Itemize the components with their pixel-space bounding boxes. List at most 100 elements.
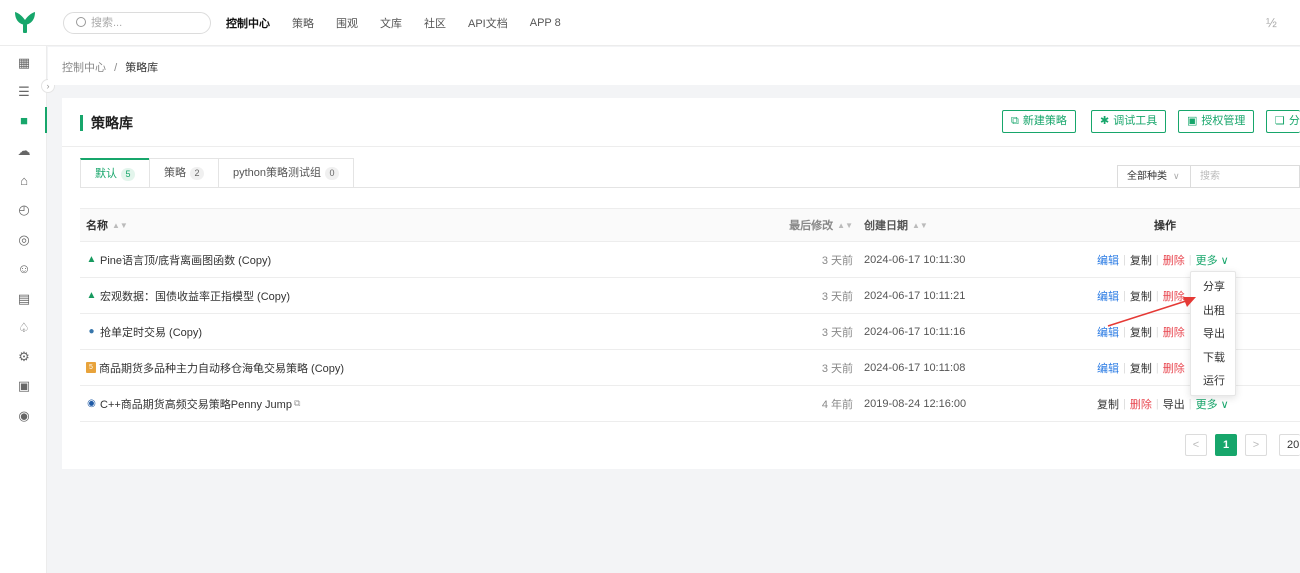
separator: | [1123,253,1126,266]
copy-link[interactable]: 复制 [1130,288,1152,304]
separator: | [1123,289,1126,302]
auth-manage-label: 授权管理 [1201,115,1246,127]
strategy-name[interactable]: ▲ Pine语言顶/底背离画图函数 (Copy) [86,242,272,277]
header-name[interactable]: 名称 ▲▼ [86,209,128,241]
copy-link[interactable]: 复制 [1097,396,1119,412]
share-group-label: 分 [1288,115,1300,127]
menu-item-share[interactable]: 分享 [1191,276,1235,300]
list-icon[interactable]: ☰ [15,83,33,101]
more-dropdown[interactable]: 更多 ∨ [1196,252,1229,268]
piggy-icon[interactable]: ◉ [15,407,33,425]
auth-manage-button[interactable]: ▣ 授权管理 [1178,110,1255,133]
sort-icon: ▲▼ [112,220,128,230]
strategy-table: 名称 ▲▼ 最后修改 ▲▼ 创建日期 ▲▼ 操作 ▲ Pine语言顶/底背离画图函数 (… [80,208,1300,422]
theme-toggle-icon[interactable]: ½ [1266,15,1277,30]
card-divider [62,146,1300,147]
tab-label: python策略测试组 [233,167,322,179]
radar-icon[interactable]: ◎ [15,231,33,249]
prev-page-button[interactable]: < [1185,434,1207,456]
delete-link[interactable]: 删除 [1163,324,1185,340]
copy-link[interactable]: 复制 [1130,252,1152,268]
gear-icon[interactable]: ⚙ [15,348,33,366]
separator: | [1155,361,1159,374]
main-nav: 控制中心 策略 围观 文库 社区 API文档 APP 8 [226,0,583,46]
bank-icon[interactable]: ⌂ [15,172,33,190]
kind-select[interactable]: 全部种类 ∨ [1117,165,1191,188]
menu-item-download[interactable]: 下载 [1191,347,1235,371]
copy-link[interactable]: 复制 [1130,360,1152,376]
tab-strategy[interactable]: 策略 2 [149,158,218,188]
badge-icon[interactable]: ▣ [15,377,33,395]
cloud-icon[interactable]: ☁ [15,142,33,160]
nav-community[interactable]: 社区 [424,15,446,31]
nav-control-center[interactable]: 控制中心 [226,15,270,31]
bell-icon[interactable]: ♤ [15,319,33,337]
more-label: 更多 [1195,398,1218,411]
next-page-button[interactable]: > [1245,434,1267,456]
header-modified[interactable]: 最后修改 ▲▼ [700,209,853,241]
logo-icon[interactable] [12,9,38,35]
document-icon[interactable]: ▤ [15,290,33,308]
nav-strategy[interactable]: 策略 [292,15,314,31]
more-label: 更多 [1195,254,1218,267]
separator: | [1155,397,1159,410]
modified-cell: 3 天前 [821,254,853,267]
sidebar-active-indicator [45,107,47,133]
breadcrumb-bar: 控制中心 / 策略库 [48,47,1300,85]
edit-link[interactable]: 编辑 [1097,252,1119,268]
delete-link[interactable]: 删除 [1163,252,1185,268]
cpp-icon: ◉ [87,398,96,409]
strategy-name[interactable]: ● 抢单定时交易 (Copy) [86,314,202,349]
strategy-name[interactable]: 5 商品期货多品种主力自动移仓海龟交易策略 (Copy) [86,350,344,385]
separator: | [1188,253,1192,266]
share-group-button[interactable]: ❏ 分 [1266,110,1300,133]
edit-link[interactable]: 编辑 [1097,288,1119,304]
nav-library[interactable]: 文库 [380,15,402,31]
tab-python-test-group[interactable]: python策略测试组 0 [218,158,355,188]
delete-link[interactable]: 删除 [1163,360,1185,376]
nav-api-docs[interactable]: API文档 [468,15,508,31]
header-created[interactable]: 创建日期 ▲▼ [864,209,928,241]
strategy-name[interactable]: ◉ C++商品期货高频交易策略Penny Jump ⧉ [86,386,300,421]
gauge-icon[interactable]: ◴ [15,201,33,219]
export-link[interactable]: 导出 [1163,396,1185,412]
strategy-cube-icon[interactable]: ■ [15,112,33,130]
page-1-button[interactable]: 1 [1215,434,1237,456]
menu-item-rent[interactable]: 出租 [1191,300,1235,324]
separator: | [1155,289,1159,302]
delete-link[interactable]: 删除 [1163,288,1185,304]
table-row: ● 抢单定时交易 (Copy) 3 天前 2024-06-17 10:11:16 … [80,314,1300,350]
copy-link[interactable]: 复制 [1130,324,1152,340]
strategy-group-tabs: 默认 5 策略 2 python策略测试组 0 [80,158,355,188]
new-strategy-button[interactable]: ⧉ 新建策略 [1002,110,1076,133]
debug-tool-button[interactable]: ✱ 调试工具 [1091,110,1167,133]
new-strategy-icon: ⧉ [1011,115,1019,127]
edit-link[interactable]: 编辑 [1097,360,1119,376]
debug-tool-label: 调试工具 [1113,115,1158,127]
menu-item-export[interactable]: 导出 [1191,323,1235,347]
nav-watch[interactable]: 围观 [336,15,358,31]
user-settings-icon[interactable]: ☺ [15,260,33,278]
created-cell: 2024-06-17 10:11:16 [864,325,966,338]
strategy-name-label: Pine语言顶/底背离画图函数 (Copy) [100,254,272,267]
breadcrumb-root[interactable]: 控制中心 [62,62,106,74]
menu-item-run[interactable]: 运行 [1191,370,1235,394]
delete-link[interactable]: 删除 [1130,396,1152,412]
modified-cell: 3 天前 [821,326,853,339]
created-cell: 2019-08-24 12:16:00 [864,397,967,410]
dashboard-icon[interactable]: ▦ [15,54,33,72]
header-created-label: 创建日期 [864,220,908,232]
tab-default[interactable]: 默认 5 [80,158,149,188]
copy-icon: ❏ [1275,115,1285,127]
tab-count-badge: 2 [190,167,204,180]
header-ops: 操作 [1154,220,1176,232]
edit-link[interactable]: 编辑 [1097,324,1119,340]
strategy-name[interactable]: ▲ 宏观数据：国债收益率正指模型 (Copy) [86,278,291,313]
more-dropdown[interactable]: 更多 ∨ [1196,396,1229,412]
page-size-select[interactable]: 20 [1279,434,1300,456]
nav-app[interactable]: APP 8 [530,17,561,29]
separator: | [1123,325,1126,338]
new-strategy-label: 新建策略 [1022,115,1067,127]
strategy-search-input[interactable]: 搜索 [1191,165,1300,188]
search-input[interactable]: 搜索... [63,12,211,34]
